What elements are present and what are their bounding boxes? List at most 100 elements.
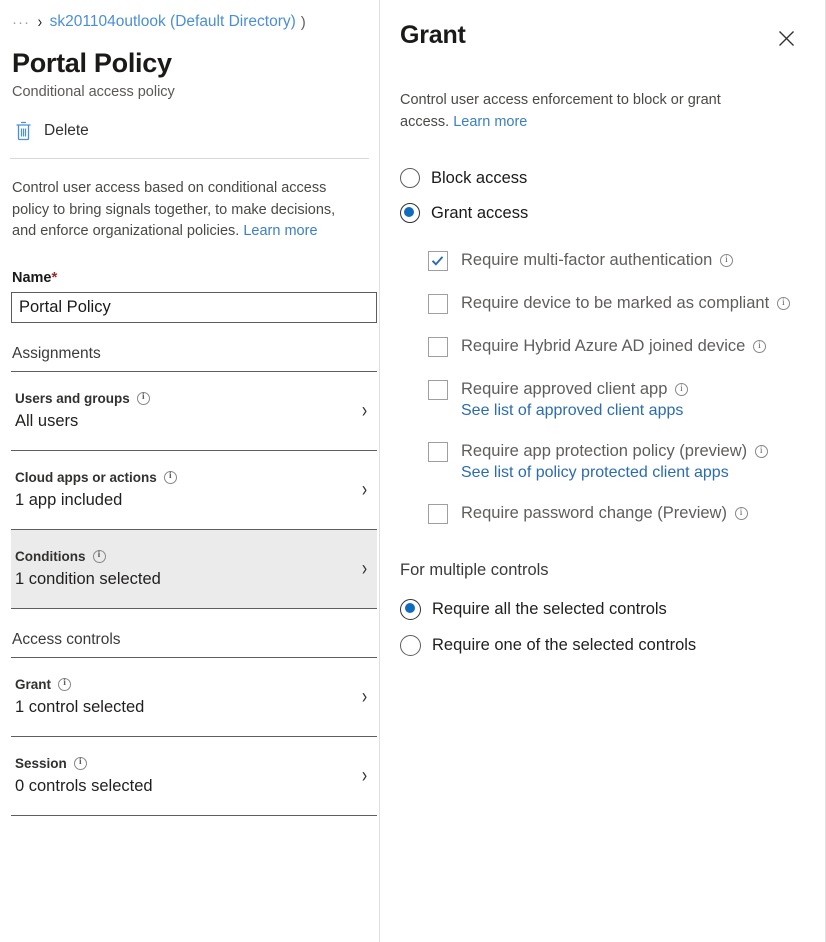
checkbox-unchecked-icon <box>428 380 448 400</box>
close-icon[interactable] <box>771 23 801 53</box>
chevron-right-icon: › <box>362 764 367 788</box>
nav-row-session[interactable]: Session i 0 controls selected › <box>11 737 377 816</box>
radio-require-all-selected-controls[interactable]: Require all the selected controls <box>400 594 805 624</box>
chevron-right-icon: › <box>362 478 367 502</box>
link-policy-protected-client-apps[interactable]: See list of policy protected client apps <box>461 464 768 482</box>
nav-row-users-and-groups[interactable]: Users and groups i All users › <box>11 372 377 451</box>
radio-require-one-of-selected-controls[interactable]: Require one of the selected controls <box>400 630 805 660</box>
breadcrumb: ··· › sk201104outlook (Default Directory… <box>10 0 369 44</box>
info-icon[interactable]: i <box>675 383 688 396</box>
nav-row-grant[interactable]: Grant i 1 control selected › <box>11 658 377 737</box>
checkbox-row-require-approved-client-app[interactable]: Require approved client app i See list o… <box>428 378 805 420</box>
nav-caption-cloud-apps-or-actions: Cloud apps or actions i <box>15 470 177 485</box>
nav-caption-grant: Grant i <box>15 677 144 692</box>
page-title: Portal Policy <box>12 48 369 79</box>
info-icon[interactable]: i <box>137 392 150 405</box>
name-input[interactable] <box>11 292 377 323</box>
checkbox-label-require-hybrid-azure-ad-joined: Require Hybrid Azure AD joined device i <box>461 335 766 358</box>
breadcrumb-trailing: ) <box>301 14 306 31</box>
checkbox-row-require-app-protection-policy[interactable]: Require app protection policy (preview) … <box>428 440 805 482</box>
breadcrumb-directory-link[interactable]: sk201104outlook (Default Directory) <box>50 13 296 31</box>
checkbox-unchecked-icon <box>428 504 448 524</box>
nav-value-conditions: 1 condition selected <box>15 570 161 589</box>
nav-value-users-and-groups: All users <box>15 412 150 431</box>
chevron-right-icon: › <box>362 685 367 709</box>
checkbox-label-require-mfa: Require multi-factor authentication i <box>461 249 733 272</box>
checkbox-row-require-device-compliant[interactable]: Require device to be marked as compliant… <box>428 292 805 315</box>
radio-unchecked-icon <box>400 635 421 656</box>
radio-block-access[interactable]: Block access <box>400 163 805 193</box>
radio-block-access-label: Block access <box>431 169 527 188</box>
info-icon[interactable]: i <box>74 757 87 770</box>
checkbox-row-require-hybrid-azure-ad-joined[interactable]: Require Hybrid Azure AD joined device i <box>428 335 805 358</box>
info-icon[interactable]: i <box>755 445 768 458</box>
multiple-controls-heading: For multiple controls <box>400 561 805 580</box>
checkbox-unchecked-icon <box>428 337 448 357</box>
breadcrumb-overflow-icon[interactable]: ··· <box>12 14 30 31</box>
required-marker: * <box>52 269 58 286</box>
radio-require-all-label: Require all the selected controls <box>432 600 667 619</box>
delete-button[interactable]: Delete <box>14 121 89 141</box>
grant-controls-checkbox-list: Require multi-factor authentication i Re… <box>428 249 805 525</box>
nav-value-grant: 1 control selected <box>15 698 144 717</box>
nav-row-conditions[interactable]: Conditions i 1 condition selected › <box>11 530 377 609</box>
nav-caption-text: Cloud apps or actions <box>15 470 157 485</box>
section-heading-assignments: Assignments <box>12 345 369 363</box>
radio-require-one-label: Require one of the selected controls <box>432 636 696 655</box>
checkbox-checked-icon <box>428 251 448 271</box>
name-label-text: Name <box>12 270 52 286</box>
nav-caption-text: Session <box>15 756 67 771</box>
grant-blade-title: Grant <box>400 21 466 50</box>
page-subtitle: Conditional access policy <box>12 84 369 100</box>
policy-description-learn-more-link[interactable]: Learn more <box>243 223 317 239</box>
nav-caption-text: Grant <box>15 677 51 692</box>
grant-description-text: Control user access enforcement to block… <box>400 92 721 130</box>
radio-grant-access[interactable]: Grant access <box>400 198 805 228</box>
info-icon[interactable]: i <box>777 297 790 310</box>
info-icon[interactable]: i <box>93 550 106 563</box>
grant-blade: Grant Control user access enforcement to… <box>380 0 826 942</box>
info-icon[interactable]: i <box>735 507 748 520</box>
multiple-controls-radio-group: Require all the selected controls Requir… <box>400 594 805 660</box>
policy-left-panel: ··· › sk201104outlook (Default Directory… <box>0 0 380 942</box>
grant-blade-description: Control user access enforcement to block… <box>400 89 770 133</box>
chevron-right-icon: › <box>362 557 367 581</box>
checkbox-row-require-mfa[interactable]: Require multi-factor authentication i <box>428 249 805 272</box>
radio-checked-icon <box>400 599 421 620</box>
checkbox-label-require-approved-client-app: Require approved client app i <box>461 378 688 401</box>
nav-caption-text: Conditions <box>15 549 86 564</box>
checkbox-row-require-password-change[interactable]: Require password change (Preview) i <box>428 502 805 525</box>
nav-caption-session: Session i <box>15 756 153 771</box>
checkbox-unchecked-icon <box>428 442 448 462</box>
delete-label: Delete <box>44 122 89 140</box>
grant-learn-more-link[interactable]: Learn more <box>453 114 527 130</box>
chevron-right-icon: › <box>362 399 367 423</box>
command-bar-divider <box>10 158 369 159</box>
conditional-access-policy-screen: ··· › sk201104outlook (Default Directory… <box>0 0 826 942</box>
radio-grant-access-label: Grant access <box>431 204 528 223</box>
name-field-label: Name* <box>12 269 369 286</box>
checkbox-label-require-device-compliant: Require device to be marked as compliant… <box>461 292 790 315</box>
nav-caption-text: Users and groups <box>15 391 130 406</box>
nav-caption-conditions: Conditions i <box>15 549 161 564</box>
nav-value-cloud-apps-or-actions: 1 app included <box>15 491 177 510</box>
info-icon[interactable]: i <box>720 254 733 267</box>
nav-caption-users-and-groups: Users and groups i <box>15 391 150 406</box>
trash-icon <box>14 121 33 141</box>
access-mode-radio-group: Block access Grant access <box>400 163 805 228</box>
nav-row-cloud-apps-or-actions[interactable]: Cloud apps or actions i 1 app included › <box>11 451 377 530</box>
nav-value-session: 0 controls selected <box>15 777 153 796</box>
checkbox-unchecked-icon <box>428 294 448 314</box>
checkbox-label-require-password-change: Require password change (Preview) i <box>461 502 748 525</box>
info-icon[interactable]: i <box>58 678 71 691</box>
grant-blade-header: Grant <box>400 0 805 53</box>
info-icon[interactable]: i <box>753 340 766 353</box>
policy-description: Control user access based on conditional… <box>12 178 362 243</box>
radio-checked-icon <box>400 203 420 223</box>
radio-unchecked-icon <box>400 168 420 188</box>
link-approved-client-apps[interactable]: See list of approved client apps <box>461 402 688 420</box>
checkbox-label-require-app-protection-policy: Require app protection policy (preview) … <box>461 440 768 463</box>
info-icon[interactable]: i <box>164 471 177 484</box>
breadcrumb-separator-icon: › <box>38 12 43 32</box>
section-heading-access-controls: Access controls <box>12 631 369 649</box>
